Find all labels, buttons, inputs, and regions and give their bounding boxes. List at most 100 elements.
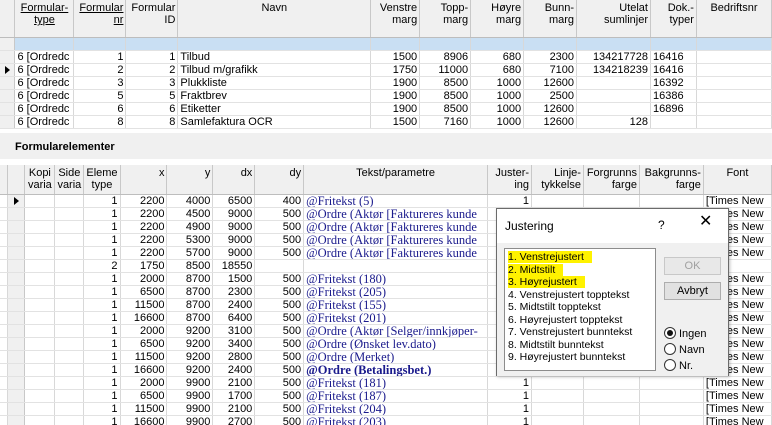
table-cell[interactable] [54, 285, 85, 299]
table-cell[interactable]: 5700 [166, 246, 214, 260]
table-cell[interactable]: 8700 [166, 272, 214, 286]
table-cell[interactable] [24, 376, 56, 390]
row-selector[interactable] [0, 115, 16, 129]
col-header-element-type[interactable]: Eleme type [83, 165, 121, 195]
row-selector[interactable] [0, 76, 16, 90]
table-cell[interactable]: 1 [83, 272, 121, 286]
table-cell[interactable]: 1000 [470, 115, 525, 129]
table-cell[interactable]: Fraktbrev [177, 89, 372, 103]
table-cell[interactable]: 1 [83, 415, 121, 425]
table-cell[interactable] [54, 207, 85, 221]
table-cell[interactable] [24, 350, 56, 364]
table-cell[interactable]: 7100 [523, 63, 578, 77]
col-header-navn[interactable]: Navn [177, 0, 372, 38]
table-cell[interactable]: 1000 [470, 76, 525, 90]
table-cell[interactable]: 5 [125, 89, 179, 103]
col-header-forgrunnsfarge[interactable]: Forgrunns farge [583, 165, 640, 195]
table-cell[interactable]: Samlefaktura OCR [177, 115, 372, 129]
table-cell[interactable]: 9200 [166, 324, 214, 338]
list-item[interactable]: 7. Venstrejustert bunntekst [505, 326, 655, 339]
col-header-formulartype[interactable]: Formular- type [14, 0, 75, 38]
table-cell[interactable]: 12600 [523, 115, 578, 129]
table-cell[interactable]: 1 [83, 376, 121, 390]
table-cell[interactable]: Tilbud m/grafikk [177, 63, 372, 77]
table-cell[interactable]: 1 [83, 350, 121, 364]
table-cell[interactable]: 11000 [419, 63, 472, 77]
radio-ingen[interactable]: Ingen [664, 327, 707, 341]
table-cell[interactable] [576, 102, 651, 116]
table-cell[interactable] [24, 402, 56, 416]
table-cell[interactable]: 6 [73, 102, 127, 116]
list-item[interactable]: 3. Høyrejustert [505, 276, 655, 289]
table-cell[interactable] [531, 415, 584, 425]
table-cell[interactable] [54, 311, 85, 325]
col-header-utelat-sumlinjer[interactable]: Utelat sumlinjer [576, 0, 651, 38]
table-cell[interactable] [583, 415, 640, 425]
col-header-hoyre-marg[interactable]: Høyre marg [470, 0, 525, 38]
table-cell[interactable]: 8500 [419, 76, 472, 90]
table-cell[interactable]: 1 [487, 402, 533, 416]
table-cell[interactable]: 500 [254, 337, 305, 351]
table-cell[interactable]: 2200 [120, 207, 168, 221]
table-cell[interactable]: 1 [83, 285, 121, 299]
table-cell[interactable]: 16600 [120, 415, 168, 425]
table-cell[interactable]: 500 [254, 376, 305, 390]
row-selector[interactable] [0, 89, 16, 103]
table-cell[interactable]: 500 [254, 220, 305, 234]
table-cell[interactable] [24, 311, 56, 325]
table-cell[interactable]: 8500 [166, 259, 214, 273]
radio-nr[interactable]: Nr. [664, 359, 693, 373]
table-cell[interactable]: @Fritekst (155) [303, 298, 489, 312]
table-cell[interactable]: Plukkliste [177, 76, 372, 90]
table-cell[interactable] [639, 415, 704, 425]
table-cell[interactable]: @Ordre (Aktør [Selger/innkjøper- [303, 324, 489, 338]
list-item[interactable]: 4. Venstrejustert topptekst [505, 289, 655, 302]
table-cell[interactable]: 16416 [650, 63, 697, 77]
table-cell[interactable]: Tilbud [177, 50, 372, 64]
table-cell[interactable] [24, 220, 56, 234]
table-cell[interactable]: @Fritekst (203) [303, 415, 489, 425]
table-cell[interactable]: 500 [254, 233, 305, 247]
table-cell[interactable] [54, 246, 85, 260]
table-cell[interactable]: 6500 [212, 194, 256, 208]
table-cell[interactable]: 3100 [212, 324, 256, 338]
table-cell[interactable]: 1700 [212, 389, 256, 403]
table-cell[interactable]: 2200 [120, 194, 168, 208]
table-cell[interactable]: [Times New [703, 415, 772, 425]
table-cell[interactable] [24, 285, 56, 299]
table-cell[interactable]: 2700 [212, 415, 256, 425]
table-cell[interactable]: 128 [576, 115, 651, 129]
table-cell[interactable] [696, 102, 772, 116]
list-item[interactable]: 1. Venstrejustert [505, 251, 655, 264]
table-cell[interactable] [583, 376, 640, 390]
table-cell[interactable]: @Ordre (Aktør [Faktureres kunde [303, 220, 489, 234]
table-cell[interactable]: 18550 [212, 259, 256, 273]
table-cell[interactable]: 9200 [166, 363, 214, 377]
help-icon[interactable]: ? [658, 218, 665, 232]
row-selector[interactable] [0, 102, 16, 116]
table-cell[interactable]: 9000 [212, 233, 256, 247]
table-cell[interactable] [54, 194, 85, 208]
table-cell[interactable]: 400 [254, 194, 305, 208]
col-header-venstre-marg[interactable]: Venstre marg [370, 0, 421, 38]
table-cell[interactable]: @Ordre (Merket) [303, 350, 489, 364]
table-cell[interactable]: @Fritekst (187) [303, 389, 489, 403]
col-header-x[interactable]: x [120, 165, 168, 195]
table-row[interactable]: 6 [Ordredc 1 1 Tilbud 1500 8906 680 2300 1342177… [0, 50, 772, 64]
row-selector[interactable] [0, 37, 16, 51]
table-cell[interactable]: 6 [Ordredc [14, 63, 75, 77]
radio-navn[interactable]: Navn [664, 343, 705, 357]
table-cell[interactable] [696, 63, 772, 77]
col-header-dx[interactable]: dx [212, 165, 256, 195]
table-cell[interactable]: 500 [254, 207, 305, 221]
table-cell[interactable]: [Times New [703, 402, 772, 416]
cancel-button[interactable]: Avbryt [664, 282, 721, 300]
table-cell[interactable]: @Ordre (Aktør [Faktureres kunde [303, 233, 489, 247]
table-cell[interactable]: 8 [73, 115, 127, 129]
table-cell[interactable]: 1000 [470, 102, 525, 116]
table-cell[interactable] [54, 259, 85, 273]
table-cell[interactable] [650, 115, 697, 129]
col-header-y[interactable]: y [166, 165, 214, 195]
table-cell[interactable]: 2 [73, 63, 127, 77]
row-selector[interactable] [7, 220, 26, 234]
